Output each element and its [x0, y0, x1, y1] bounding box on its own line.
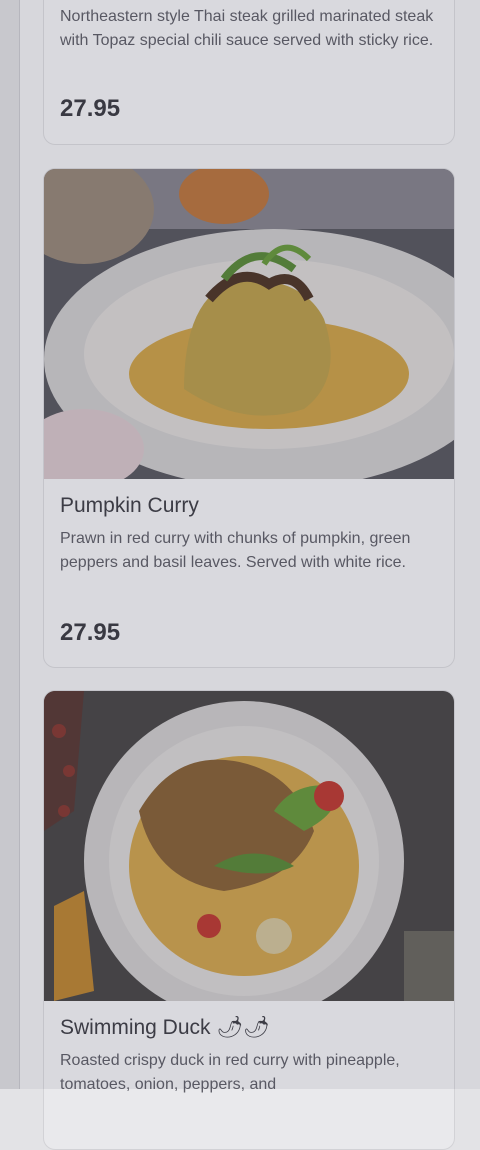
menu-item-title: Pumpkin Curry	[60, 494, 199, 517]
menu-item-title: Swimming Duck 🌶🌶	[60, 1016, 270, 1039]
menu-item-card[interactable]: Swimming Duck 🌶🌶 Roasted crispy duck in …	[43, 690, 455, 1150]
pumpkin-curry-photo[interactable]	[44, 169, 454, 479]
menu-item-description: Prawn in red curry with chunks of pumpki…	[60, 530, 411, 571]
side-rail	[0, 0, 20, 1089]
swimming-duck-photo[interactable]	[44, 691, 454, 1001]
menu-item-card[interactable]: Pumpkin Curry Prawn in red curry with ch…	[43, 168, 455, 668]
menu-item-card[interactable]: Northeastern style Thai steak grilled ma…	[43, 0, 455, 145]
menu-item-price: 27.95	[60, 619, 121, 646]
menu-item-price: 27.95	[60, 95, 121, 122]
menu-item-description: Roasted crispy duck in red curry with pi…	[60, 1052, 400, 1093]
menu-item-description: Northeastern style Thai steak grilled ma…	[60, 8, 434, 49]
